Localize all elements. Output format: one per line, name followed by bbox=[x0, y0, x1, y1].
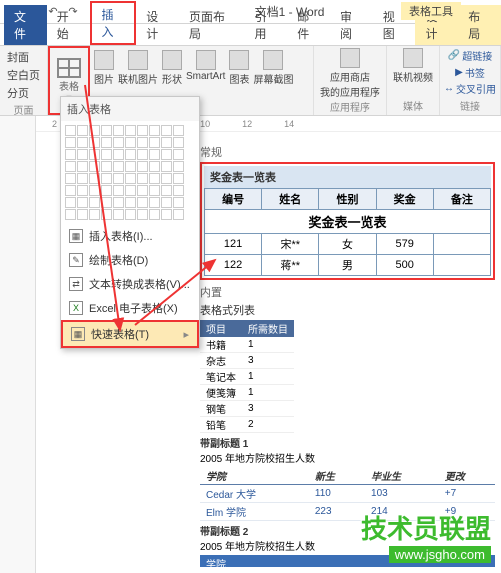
page-break-button[interactable]: 分页 bbox=[7, 84, 40, 102]
convert-text-item[interactable]: ⇄文本转换成表格(V)... bbox=[61, 272, 199, 296]
excel-icon: X bbox=[69, 301, 83, 315]
table-row: Cedar 大学110103+7 bbox=[200, 485, 495, 503]
picture-button[interactable]: 图片 bbox=[94, 50, 114, 86]
quick-tables-gallery: 常规 奖金表一览表 奖金表一览表 编号 姓名 性别 奖金 备注 121宋**女5… bbox=[200, 140, 495, 567]
tab-review[interactable]: 审阅 bbox=[330, 5, 373, 45]
chart-button[interactable]: 图表 bbox=[229, 50, 249, 86]
my-apps-button[interactable]: 我的应用程序 bbox=[320, 84, 380, 99]
group-label-apps: 应用程序 bbox=[330, 99, 370, 114]
online-picture-button[interactable]: 联机图片 bbox=[118, 50, 158, 86]
col-note: 备注 bbox=[433, 189, 490, 210]
list-item: 便笺簿1 bbox=[200, 385, 294, 401]
hyperlink-button[interactable]: 🔗 超链接 bbox=[448, 48, 492, 63]
table-dropdown-menu: 插入表格 ▦插入表格(I)... ✎绘制表格(D) ⇄文本转换成表格(V)...… bbox=[60, 96, 200, 349]
ribbon-group-apps: 应用商店 我的应用程序 应用程序 bbox=[314, 46, 387, 115]
excel-spreadsheet-item[interactable]: XExcel 电子表格(X) bbox=[61, 296, 199, 320]
dropdown-title: 插入表格 bbox=[61, 97, 199, 121]
online-video-button[interactable]: 联机视频 bbox=[393, 48, 433, 84]
gallery-section-builtin: 内置 bbox=[200, 284, 495, 300]
group-label-media: 媒体 bbox=[403, 98, 423, 113]
award-table-title: 奖金表一览表 bbox=[205, 210, 491, 234]
list-item: 笔记本1 bbox=[200, 369, 294, 385]
table-icon bbox=[57, 58, 81, 78]
sub-col-college: 学院 bbox=[200, 467, 309, 485]
tab-file[interactable]: 文件 bbox=[4, 5, 47, 45]
list-col-qty: 所需数目 bbox=[242, 320, 294, 337]
shapes-icon bbox=[162, 50, 182, 70]
list-item: 铅笔2 bbox=[200, 417, 294, 433]
tab-insert[interactable]: 插入 bbox=[90, 1, 137, 45]
award-table-preview[interactable]: 奖金表一览表 奖金表一览表 编号 姓名 性别 奖金 备注 121宋**女5791… bbox=[200, 162, 495, 280]
group-label-links: 链接 bbox=[460, 98, 480, 113]
app-store-button[interactable]: 应用商店 bbox=[330, 48, 370, 84]
cover-page-button[interactable]: 封面 bbox=[7, 48, 40, 66]
draw-table-item[interactable]: ✎绘制表格(D) bbox=[61, 248, 199, 272]
shapes-button[interactable]: 形状 bbox=[162, 50, 182, 86]
sub-col-grad: 毕业生 bbox=[365, 467, 439, 485]
tab-home[interactable]: 开始 bbox=[47, 5, 90, 45]
grid-icon: ▦ bbox=[69, 229, 83, 243]
sub-col-change: 更改 bbox=[439, 467, 495, 485]
smartart-icon bbox=[196, 50, 216, 70]
watermark-url: www.jsgho.com bbox=[389, 546, 491, 563]
submenu-arrow-icon: ▸ bbox=[183, 328, 189, 341]
chart-icon bbox=[229, 50, 249, 70]
bookmark-button[interactable]: ▶ 书签 bbox=[455, 65, 485, 80]
table-grid-picker[interactable] bbox=[61, 121, 199, 224]
award-table: 奖金表一览表 编号 姓名 性别 奖金 备注 121宋**女579122蒋**男5… bbox=[204, 188, 491, 276]
ribbon-group-links: 🔗 超链接 ▶ 书签 ↔ 交叉引用 链接 bbox=[440, 46, 501, 115]
col-gender: 性别 bbox=[319, 189, 376, 210]
video-icon bbox=[403, 48, 423, 68]
blank-page-button[interactable]: 空白页 bbox=[7, 66, 40, 84]
list-table-preview[interactable]: 项目 所需数目 书籍1杂志3笔记本1便笺簿1钢笔3铅笔2 bbox=[200, 320, 294, 433]
tab-table-layout[interactable]: 布局 bbox=[458, 5, 501, 45]
watermark-text: 技术员联盟 bbox=[361, 509, 491, 546]
online-picture-icon bbox=[128, 50, 148, 70]
crossref-button[interactable]: ↔ 交叉引用 bbox=[444, 81, 496, 96]
table-label: 表格 bbox=[59, 78, 79, 93]
list-col-item: 项目 bbox=[200, 320, 242, 337]
pencil-icon: ✎ bbox=[69, 253, 83, 267]
navigation-pane bbox=[0, 116, 36, 573]
tab-design[interactable]: 设计 bbox=[136, 5, 179, 45]
watermark: 技术员联盟 www.jsgho.com bbox=[361, 509, 491, 563]
tab-page-layout[interactable]: 页面布局 bbox=[179, 5, 244, 45]
ribbon-tabs: 文件 开始 插入 设计 页面布局 引用 邮件 审阅 视图 设计 布局 bbox=[0, 24, 501, 46]
gallery-section-common: 常规 bbox=[200, 144, 495, 160]
col-bonus: 奖金 bbox=[376, 189, 433, 210]
table-row: 121宋**女579 bbox=[205, 234, 491, 255]
list-item: 杂志3 bbox=[200, 353, 294, 369]
col-name: 姓名 bbox=[262, 189, 319, 210]
subtitle1-label: 带副标题 1 bbox=[200, 435, 495, 450]
sub2-col-college: 学院 bbox=[200, 555, 339, 567]
sub-col-new: 新生 bbox=[309, 467, 365, 485]
smartart-button[interactable]: SmartArt bbox=[186, 50, 225, 86]
award-table-caption: 奖金表一览表 bbox=[204, 166, 491, 188]
convert-icon: ⇄ bbox=[69, 277, 83, 291]
ribbon-group-media: 联机视频 媒体 bbox=[387, 46, 440, 115]
contextual-tab-label: 表格工具 bbox=[401, 2, 461, 20]
screenshot-button[interactable]: 屏幕截图 bbox=[253, 50, 293, 86]
list-item: 钢笔3 bbox=[200, 401, 294, 417]
tab-mailings[interactable]: 邮件 bbox=[287, 5, 330, 45]
group-label-pages: 页面 bbox=[14, 102, 34, 117]
insert-table-item[interactable]: ▦插入表格(I)... bbox=[61, 224, 199, 248]
table-row: 122蒋**男500 bbox=[205, 255, 491, 276]
col-id: 编号 bbox=[205, 189, 262, 210]
quick-tables-item[interactable]: ▦快速表格(T)▸ bbox=[61, 320, 199, 348]
subtitle1-caption: 2005 年地方院校招生人数 bbox=[200, 450, 495, 465]
tab-references[interactable]: 引用 bbox=[244, 5, 287, 45]
list-item: 书籍1 bbox=[200, 337, 294, 353]
quick-table-icon: ▦ bbox=[71, 327, 85, 341]
picture-icon bbox=[94, 50, 114, 70]
ribbon-group-pages: 封面 空白页 分页 页面 bbox=[0, 46, 48, 115]
store-icon bbox=[340, 48, 360, 68]
list-table-caption: 表格式列表 bbox=[200, 302, 495, 318]
screenshot-icon bbox=[263, 50, 283, 70]
